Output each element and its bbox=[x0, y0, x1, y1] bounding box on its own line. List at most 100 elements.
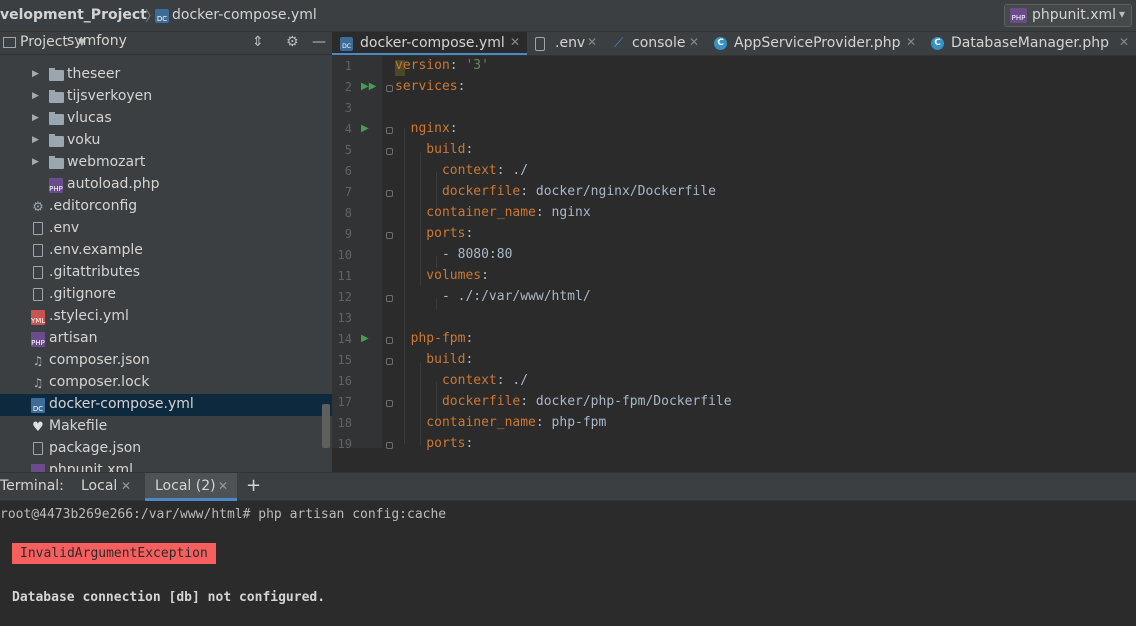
terminal-tab-local[interactable]: Local ✕ bbox=[70, 473, 138, 501]
config-file-icon: ⚙ bbox=[32, 200, 44, 215]
tree-item-label: theseer bbox=[67, 66, 121, 82]
terminal-command-line: root@4473b269e266:/var/www/html# php art… bbox=[0, 507, 447, 522]
fold-marker-icon[interactable] bbox=[386, 295, 393, 302]
tree-item[interactable]: ▶ tijsverkoyen bbox=[0, 86, 332, 108]
editor-tab[interactable]: .env ✕ bbox=[527, 32, 604, 55]
code-line: volumes: bbox=[395, 268, 489, 283]
tree-item-label: .styleci.yml bbox=[49, 308, 129, 324]
code-line: version: '3' bbox=[395, 58, 489, 73]
expand-arrow-icon[interactable]: ▶ bbox=[32, 113, 39, 123]
console-icon: ⟋ bbox=[613, 36, 624, 51]
close-icon[interactable]: ✕ bbox=[689, 35, 699, 49]
tree-item-label: voku bbox=[67, 132, 101, 148]
line-number: 15 bbox=[337, 353, 352, 367]
tree-item[interactable]: PHP autoload.php bbox=[0, 174, 332, 196]
project-tree-scrollbar[interactable] bbox=[322, 404, 330, 448]
tree-item[interactable]: ⚙ .editorconfig bbox=[0, 196, 332, 218]
folder-icon bbox=[49, 156, 64, 169]
line-number: 4 bbox=[344, 122, 352, 136]
line-number: 11 bbox=[337, 269, 352, 283]
tree-item[interactable]: .env.example bbox=[0, 240, 332, 262]
tree-item[interactable]: package.json bbox=[0, 438, 332, 460]
fold-marker-icon[interactable] bbox=[386, 127, 393, 134]
editor-tab-label: AppServiceProvider.php bbox=[734, 35, 901, 51]
tree-item-label: webmozart bbox=[67, 154, 146, 170]
tree-item[interactable]: PHP phpunit.xml bbox=[0, 460, 332, 472]
run-configuration-select[interactable]: PHP phpunit.xml ▾ bbox=[1004, 4, 1132, 27]
tree-item[interactable]: ▶ theseer bbox=[0, 64, 332, 86]
tree-item-label: docker-compose.yml bbox=[49, 396, 194, 412]
folder-icon bbox=[49, 112, 64, 125]
terminal-tab-local-2[interactable]: Local (2) ✕ bbox=[145, 473, 237, 501]
terminal-header: Terminal: Local ✕ Local (2) ✕ + bbox=[0, 472, 1136, 501]
run-gutter-icon[interactable]: ▶▶ bbox=[361, 81, 376, 92]
editor-tab[interactable]: DC docker-compose.yml ✕ bbox=[332, 32, 527, 55]
fold-marker-icon[interactable] bbox=[386, 337, 393, 344]
fold-marker-icon[interactable] bbox=[386, 190, 393, 197]
editor-tab-label: DatabaseManager.php bbox=[951, 35, 1109, 51]
close-icon[interactable]: ✕ bbox=[1119, 35, 1129, 49]
docker-file-icon: DC bbox=[31, 398, 45, 413]
run-gutter-icon[interactable]: ▶ bbox=[361, 333, 369, 344]
tree-item-label: composer.json bbox=[49, 352, 150, 368]
expand-arrow-icon[interactable]: ▶ bbox=[32, 135, 39, 145]
code-line: context: ./ bbox=[395, 373, 529, 388]
code-line: nginx: bbox=[395, 121, 458, 136]
breadcrumb-project[interactable]: velopment_Project bbox=[0, 7, 147, 23]
close-icon[interactable]: ✕ bbox=[121, 479, 131, 493]
fold-marker-icon[interactable] bbox=[386, 148, 393, 155]
fold-marker-icon[interactable] bbox=[386, 85, 393, 92]
line-number: 9 bbox=[344, 227, 352, 241]
tree-item-label: .editorconfig bbox=[49, 198, 138, 214]
expand-arrow-icon[interactable]: ▶ bbox=[32, 157, 39, 167]
tree-item-partial[interactable]: symfony bbox=[0, 33, 332, 65]
tree-item[interactable]: .env bbox=[0, 218, 332, 240]
fold-marker-icon[interactable] bbox=[386, 400, 393, 407]
editor-tab[interactable]: C AppServiceProvider.php ✕ bbox=[706, 32, 923, 55]
line-number: 5 bbox=[344, 143, 352, 157]
tree-item[interactable]: .gitattributes bbox=[0, 262, 332, 284]
expand-arrow-icon[interactable]: ▶ bbox=[32, 91, 39, 101]
tree-item-label: autoload.php bbox=[67, 176, 160, 192]
editor-tab[interactable]: ⟋ console ✕ bbox=[604, 32, 706, 55]
close-icon[interactable]: ✕ bbox=[510, 35, 520, 49]
tree-item-label: .env bbox=[49, 220, 80, 236]
close-icon[interactable]: ✕ bbox=[587, 35, 597, 49]
code-line: container_name: nginx bbox=[395, 205, 591, 220]
line-number: 8 bbox=[344, 206, 352, 220]
tree-item[interactable]: ▶ voku bbox=[0, 130, 332, 152]
folder-icon bbox=[49, 90, 64, 103]
fold-marker-icon[interactable] bbox=[386, 232, 393, 239]
text-file-icon bbox=[33, 288, 43, 301]
editor-tab[interactable]: C DatabaseManager.php ✕ bbox=[923, 32, 1136, 55]
tree-item[interactable]: ▶ webmozart bbox=[0, 152, 332, 174]
tree-item-label: symfony bbox=[67, 33, 127, 49]
terminal-title: Terminal: bbox=[0, 478, 64, 494]
chevron-down-icon: ▾ bbox=[1118, 7, 1125, 21]
fold-marker-icon[interactable] bbox=[386, 442, 393, 449]
close-icon[interactable]: ✕ bbox=[906, 35, 916, 49]
tree-item[interactable]: ♥ Makefile bbox=[0, 416, 332, 438]
breadcrumb-file[interactable]: docker-compose.yml bbox=[172, 7, 317, 23]
php-class-icon: C bbox=[714, 37, 727, 50]
tree-item[interactable]: YML .styleci.yml bbox=[0, 306, 332, 328]
tree-item[interactable]: ♫ composer.json bbox=[0, 350, 332, 372]
tree-item[interactable]: PHP artisan bbox=[0, 328, 332, 350]
text-file-icon bbox=[33, 266, 43, 279]
tree-item-label: Makefile bbox=[49, 418, 108, 434]
tree-item[interactable]: ♫ composer.lock bbox=[0, 372, 332, 394]
close-icon[interactable]: ✕ bbox=[218, 479, 228, 493]
fold-marker-icon[interactable] bbox=[386, 358, 393, 365]
tree-item-label: .gitignore bbox=[49, 286, 116, 302]
new-terminal-button[interactable]: + bbox=[246, 475, 261, 496]
editor-tab-label: docker-compose.yml bbox=[360, 35, 505, 51]
tree-item[interactable]: .gitignore bbox=[0, 284, 332, 306]
run-gutter-icon[interactable]: ▶ bbox=[361, 123, 369, 134]
yml-file-icon: YML bbox=[31, 310, 45, 325]
text-file-icon bbox=[33, 222, 43, 235]
expand-arrow-icon[interactable]: ▶ bbox=[32, 69, 39, 79]
tree-item-label: tijsverkoyen bbox=[67, 88, 153, 104]
line-number: 13 bbox=[337, 311, 352, 325]
tree-item[interactable]: DC docker-compose.yml bbox=[0, 394, 332, 416]
tree-item[interactable]: ▶ vlucas bbox=[0, 108, 332, 130]
